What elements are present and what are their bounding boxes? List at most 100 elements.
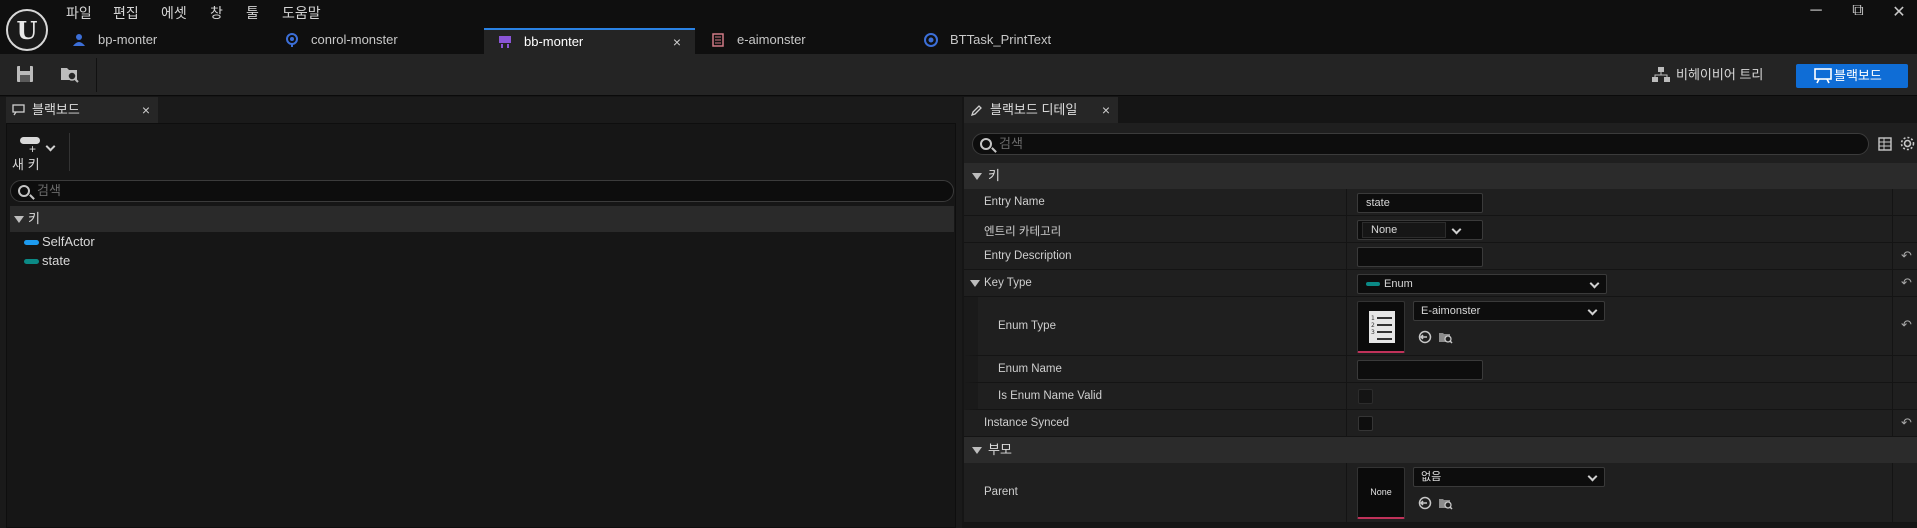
tab-label: conrol-monster	[311, 32, 398, 47]
column-divider	[1346, 243, 1347, 269]
enum-icon	[712, 33, 724, 47]
column-divider	[1892, 463, 1893, 522]
new-key-button[interactable]: + 새 키	[10, 135, 60, 175]
enum-key-icon	[24, 259, 39, 264]
tab-bp-monter[interactable]: bp-monter	[58, 28, 269, 54]
menu-edit[interactable]: 편집	[113, 3, 139, 21]
pencil-icon	[970, 105, 982, 117]
minimize-button[interactable]: ─	[1806, 2, 1826, 20]
chevron-down-icon	[1589, 278, 1600, 289]
search-placeholder: 검색	[37, 183, 61, 198]
tab-label: bp-monter	[98, 32, 158, 47]
entry-category-combo[interactable]: None	[1357, 220, 1483, 240]
browse-asset-icon[interactable]	[58, 63, 80, 85]
use-selected-icon[interactable]	[1418, 330, 1432, 344]
row-entry-description: Entry Description ↶	[964, 243, 1917, 270]
settings-gear-icon[interactable]	[1900, 136, 1915, 151]
section-label: 키	[988, 168, 1000, 183]
close-tab-button[interactable]: ×	[673, 30, 681, 54]
column-divider	[1892, 270, 1893, 296]
details-search-input[interactable]: 검색	[972, 133, 1869, 155]
close-panel-button[interactable]: ×	[1102, 97, 1110, 123]
chevron-down-icon	[1587, 305, 1598, 316]
svg-text:3: 3	[1371, 329, 1375, 336]
key-name: SelfActor	[42, 234, 95, 249]
reset-to-default-icon[interactable]: ↶	[1901, 415, 1912, 431]
restore-button[interactable]: ⧉	[1848, 2, 1868, 20]
column-divider	[1892, 216, 1893, 242]
row-enum-name: Enum Name	[964, 356, 1917, 383]
unreal-logo[interactable]: U	[6, 9, 48, 51]
enum-type-label: Enum Type	[998, 320, 1056, 332]
column-divider	[1346, 270, 1347, 296]
tab-label: BTTask_PrintText	[950, 32, 1052, 47]
enum-type-thumbnail[interactable]: 123	[1357, 301, 1405, 353]
expand-triangle-icon[interactable]	[970, 280, 980, 287]
search-icon	[18, 185, 30, 197]
tab-bttask-printtext[interactable]: BTTask_PrintText	[910, 28, 1121, 54]
reset-to-default-icon[interactable]: ↶	[1901, 248, 1912, 264]
column-divider	[1346, 410, 1347, 436]
enum-name-field[interactable]	[1357, 360, 1483, 380]
browse-icon[interactable]	[1438, 330, 1453, 344]
menu-window[interactable]: 창	[210, 3, 223, 21]
section-key-header[interactable]: 키	[964, 163, 1917, 189]
blueprint-icon	[73, 34, 85, 46]
enum-type-combo[interactable]: E-aimonster	[1413, 301, 1605, 321]
blackboard-icon	[12, 104, 25, 116]
enum-asset-icon: 123	[1369, 311, 1395, 343]
key-item-selfactor[interactable]: SelfActor	[20, 233, 95, 251]
reset-to-default-icon[interactable]: ↶	[1901, 275, 1912, 291]
blackboard-icon	[499, 36, 511, 48]
title-bar: U 파일 편집 에셋 창 툴 도움말 ─ ⧉ ✕ bp-monter conro…	[0, 0, 1917, 54]
reset-to-default-icon[interactable]: ↶	[1901, 317, 1912, 333]
column-divider	[1346, 356, 1347, 382]
details-panel-tab[interactable]: 블랙보드 디테일 ×	[964, 97, 1118, 123]
menu-file[interactable]: 파일	[66, 3, 92, 21]
tab-e-aimonster[interactable]: e-aimonster	[697, 28, 908, 54]
blackboard-button[interactable]: 블랙보드	[1796, 64, 1908, 88]
menu-asset[interactable]: 에셋	[161, 3, 187, 21]
behavior-tree-button[interactable]: 비헤이비어 트리	[1646, 63, 1776, 87]
parent-value: 없음	[1421, 471, 1442, 483]
close-window-button[interactable]: ✕	[1889, 2, 1909, 22]
section-parent-header[interactable]: 부모	[964, 437, 1917, 463]
row-parent: Parent None 없음	[964, 463, 1917, 523]
tab-bb-monter[interactable]: bb-monter ×	[484, 28, 695, 54]
parent-combo[interactable]: 없음	[1413, 467, 1605, 487]
row-entry-category: 엔트리 카테고리 None	[964, 216, 1917, 243]
key-item-state[interactable]: state	[20, 252, 70, 270]
row-enum-type: Enum Type 123 E-aimonster ↶	[964, 297, 1917, 356]
browse-icon[interactable]	[1438, 496, 1453, 510]
entry-description-field[interactable]	[1357, 247, 1483, 267]
column-divider	[1346, 463, 1347, 522]
chevron-down-icon	[45, 141, 56, 152]
key-category-row[interactable]: 키	[10, 206, 954, 232]
row-key-type: Key Type Enum ↶	[964, 270, 1917, 297]
table-view-icon[interactable]	[1878, 137, 1892, 151]
entry-name-label: Entry Name	[984, 196, 1045, 208]
menu-help[interactable]: 도움말	[282, 3, 321, 21]
row-is-enum-name-valid: Is Enum Name Valid	[964, 383, 1917, 410]
tab-label: e-aimonster	[737, 32, 806, 47]
toolbar-divider	[96, 58, 97, 92]
key-type-combo[interactable]: Enum	[1357, 274, 1607, 294]
panel-tab-label: 블랙보드 디테일	[990, 102, 1078, 117]
menu-tools[interactable]: 툴	[246, 3, 259, 21]
instance-synced-checkbox[interactable]	[1358, 416, 1373, 431]
search-placeholder: 검색	[999, 136, 1023, 151]
close-panel-button[interactable]: ×	[142, 97, 150, 123]
tab-label: bb-monter	[524, 34, 584, 49]
entry-category-label: 엔트리 카테고리	[984, 226, 1062, 238]
parent-thumbnail[interactable]: None	[1357, 467, 1405, 519]
tab-conrol-monster[interactable]: conrol-monster	[271, 28, 482, 54]
key-search-input[interactable]: 검색	[10, 180, 954, 202]
blackboard-panel-tab[interactable]: 블랙보드 ×	[6, 97, 158, 123]
save-icon[interactable]	[14, 63, 36, 85]
column-divider	[1892, 356, 1893, 382]
blackboard-panel: 블랙보드 × + 새 키 검색 키 SelfActor state	[0, 97, 962, 528]
entry-name-field[interactable]: state	[1357, 193, 1483, 213]
is-enum-name-valid-label: Is Enum Name Valid	[998, 390, 1102, 402]
use-selected-icon[interactable]	[1418, 496, 1432, 510]
panel-tab-label: 블랙보드	[32, 102, 80, 117]
